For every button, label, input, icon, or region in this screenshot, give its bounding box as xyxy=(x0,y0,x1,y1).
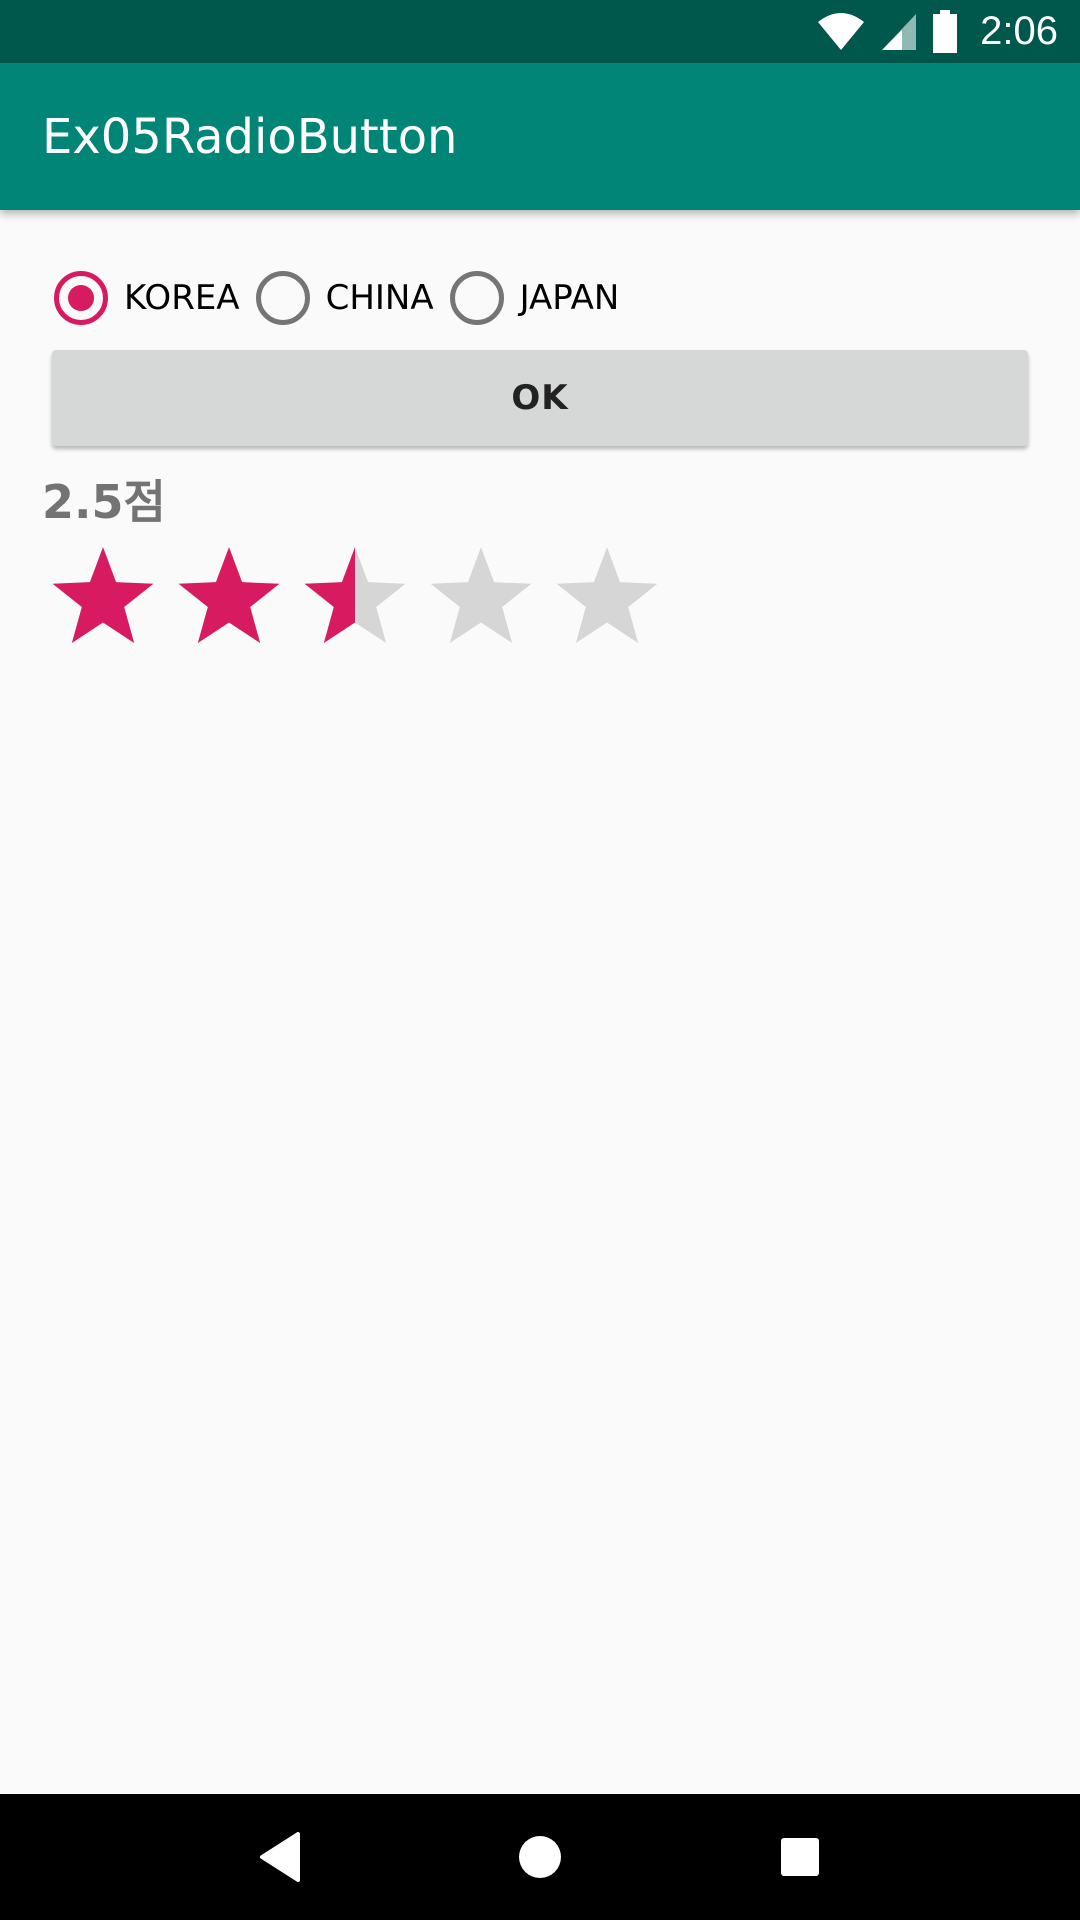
radio-unchecked-icon xyxy=(449,271,504,325)
radio-label-china: CHINA xyxy=(325,278,434,318)
score-text: 2.5점 xyxy=(42,475,166,529)
wifi-icon xyxy=(816,12,866,52)
radio-label-japan: JAPAN xyxy=(519,278,620,318)
radio-korea[interactable]: KOREA xyxy=(54,271,240,325)
app-title: Ex05RadioButton xyxy=(42,108,458,165)
navigation-bar xyxy=(0,1794,1080,1920)
home-button[interactable] xyxy=(500,1817,580,1897)
star-empty-icon xyxy=(430,547,532,644)
battery-icon xyxy=(932,9,958,54)
radio-label-korea: KOREA xyxy=(124,278,240,318)
radio-checked-icon xyxy=(54,271,108,325)
radio-china[interactable]: CHINA xyxy=(255,271,434,325)
ok-button[interactable]: OK xyxy=(52,350,1028,446)
star-filled-icon xyxy=(178,547,280,644)
country-radio-group: KOREA CHINA JAPAN xyxy=(54,266,619,330)
app-bar: Ex05RadioButton xyxy=(0,63,1080,210)
signal-icon xyxy=(880,12,918,52)
star-half-icon xyxy=(304,547,406,644)
radio-japan[interactable]: JAPAN xyxy=(449,271,620,325)
status-clock: 2:06 xyxy=(980,9,1058,53)
status-icons: 2:06 xyxy=(816,0,1058,63)
star-empty-icon xyxy=(556,547,658,644)
rating-bar[interactable] xyxy=(50,542,660,652)
radio-unchecked-icon xyxy=(255,271,310,325)
recents-icon xyxy=(781,1838,819,1876)
back-button[interactable] xyxy=(240,1817,320,1897)
star-filled-icon xyxy=(52,547,154,644)
back-icon xyxy=(260,1832,300,1882)
status-bar: 2:06 xyxy=(0,0,1080,63)
recents-button[interactable] xyxy=(760,1817,840,1897)
home-icon xyxy=(519,1836,561,1878)
